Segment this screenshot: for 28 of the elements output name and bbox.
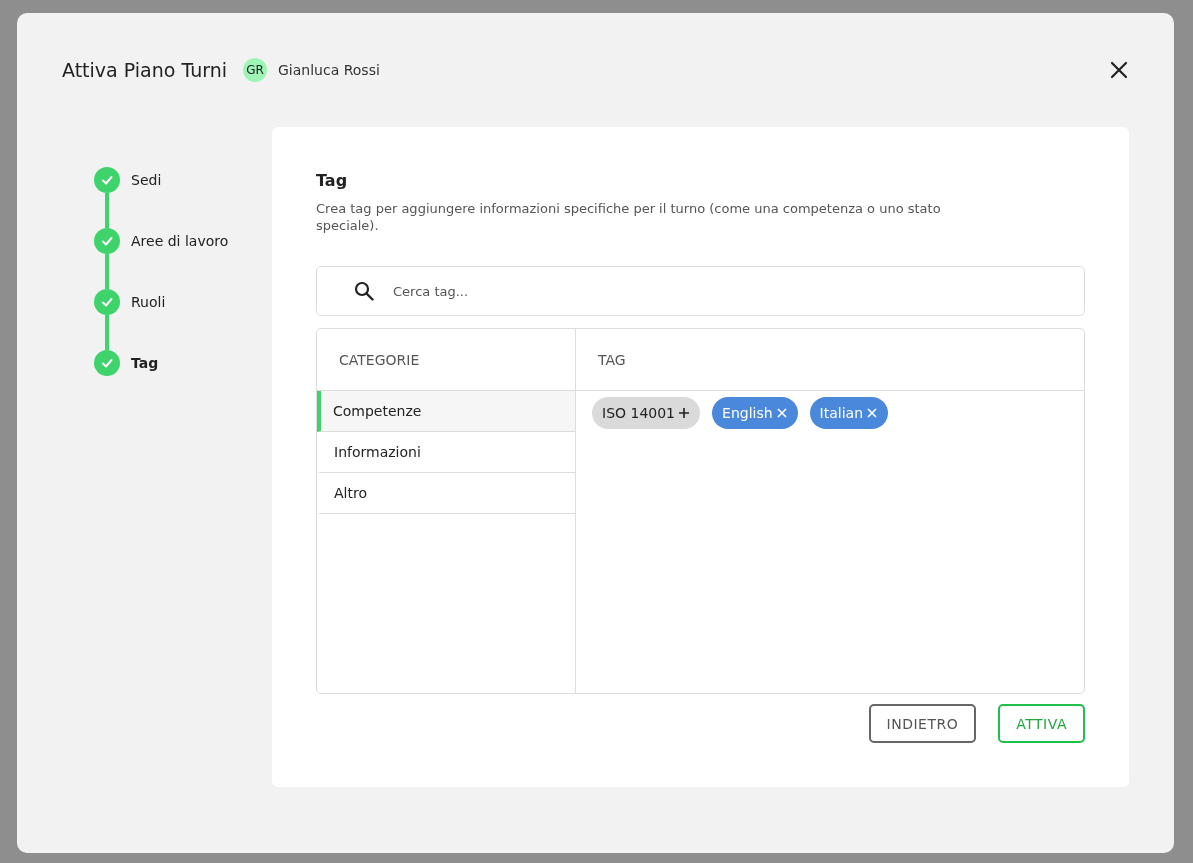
step-connector [105, 193, 109, 228]
step-connector [105, 315, 109, 350]
close-icon [866, 407, 879, 419]
close-button[interactable] [1109, 60, 1129, 80]
category-item[interactable]: Informazioni [317, 432, 575, 473]
search-field[interactable]: Cerca tag... [316, 266, 1085, 316]
tag-chip[interactable]: English [712, 397, 798, 429]
step-label[interactable]: Tag [131, 355, 159, 371]
step-label[interactable]: Ruoli [131, 294, 166, 310]
search-icon [353, 280, 375, 302]
tag-chip[interactable]: ISO 14001 [592, 397, 701, 429]
section-title: Tag [316, 171, 349, 190]
search-input[interactable]: Cerca tag... [391, 282, 1084, 300]
close-icon [775, 407, 788, 419]
dialog-title: Attiva Piano Turni [62, 59, 227, 81]
section-description: Crea tag per aggiungere informazioni specifiche per il turno (come una competenza o uno stato speciale). [316, 200, 942, 234]
user-avatar: GR [243, 58, 267, 82]
tag-chip[interactable]: Italian [809, 397, 889, 429]
category-item[interactable]: Altro [317, 473, 575, 514]
category-item[interactable]: Competenze [317, 391, 575, 432]
step-label[interactable]: Aree di lavoro [131, 233, 229, 249]
back-button[interactable]: INDIETRO [868, 704, 977, 743]
column-header: TAG [576, 329, 1084, 391]
step-label[interactable]: Sedi [131, 172, 162, 188]
close-icon [1109, 60, 1129, 80]
step-connector [105, 254, 109, 289]
user-name: Gianluca Rossi [278, 62, 380, 78]
plus-icon [678, 407, 691, 419]
